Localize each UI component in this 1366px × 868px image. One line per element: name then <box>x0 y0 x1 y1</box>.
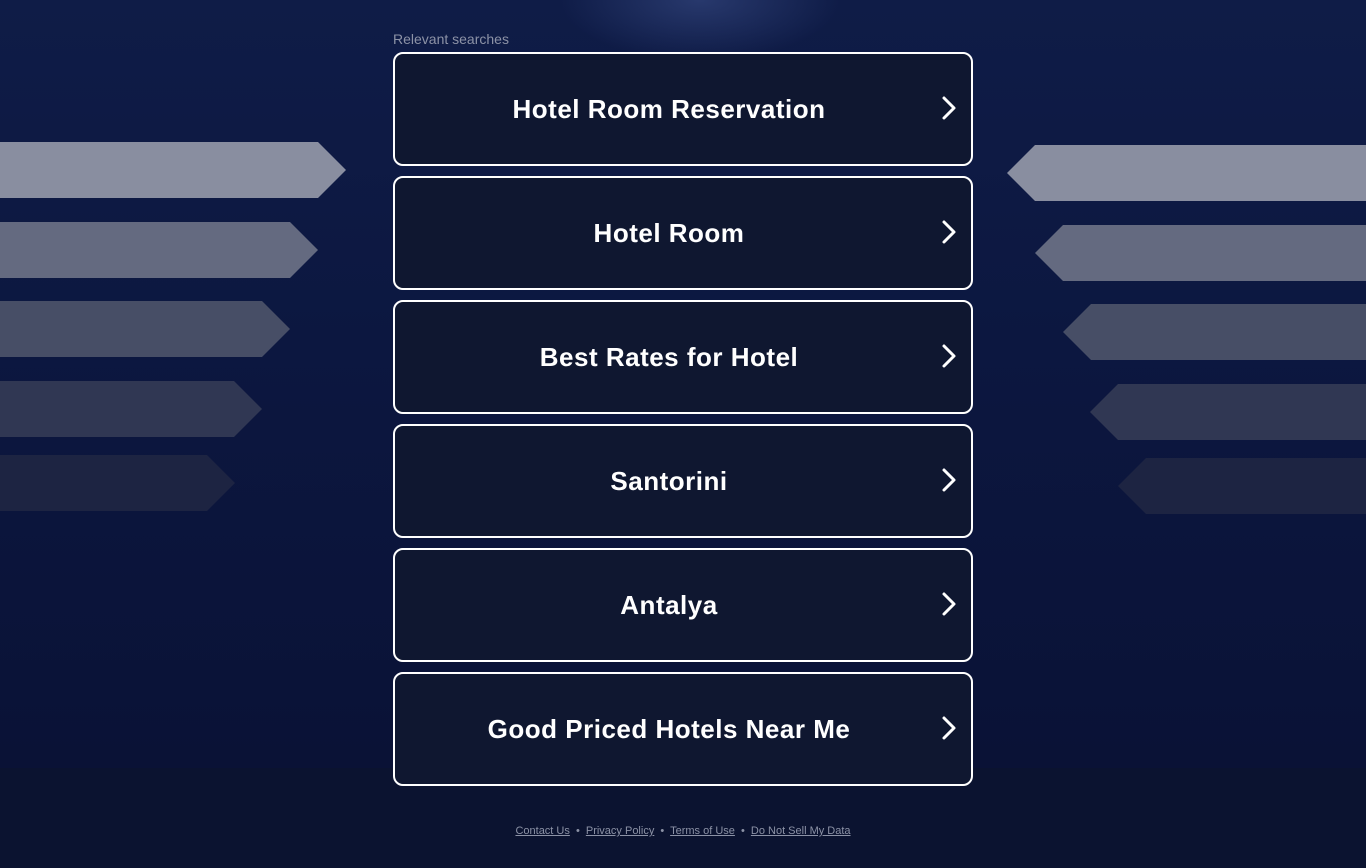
left-arrow-4 <box>0 381 262 437</box>
chevron-right-icon <box>942 468 956 492</box>
right-arrow-1 <box>1007 145 1366 201</box>
search-link-label: Santorini <box>610 465 728 496</box>
search-link-label: Good Priced Hotels Near Me <box>487 713 851 744</box>
footer-separator: • <box>660 825 665 837</box>
right-arrow-2 <box>1035 225 1366 281</box>
chevron-right-icon <box>942 592 956 616</box>
chevron-right-icon <box>942 716 956 740</box>
privacy-policy-link[interactable]: Privacy Policy <box>586 825 654 837</box>
footer-separator: • <box>740 825 745 837</box>
left-arrow-3 <box>0 301 290 357</box>
search-link-good-priced-hotels-near-me[interactable]: Good Priced Hotels Near Me <box>393 672 973 786</box>
section-heading: Relevant searches <box>393 31 509 47</box>
right-arrow-3 <box>1063 304 1366 360</box>
right-arrows <box>1007 145 1366 514</box>
chevron-right-icon <box>942 96 956 120</box>
search-link-label: Hotel Room <box>593 217 745 248</box>
left-arrow-1 <box>0 142 346 198</box>
search-link-label: Hotel Room Reservation <box>512 93 826 124</box>
left-arrow-5 <box>0 455 235 511</box>
right-arrow-4 <box>1090 384 1366 440</box>
chevron-right-icon <box>942 220 956 244</box>
search-link-hotel-room[interactable]: Hotel Room <box>393 176 973 290</box>
search-link-hotel-room-reservation[interactable]: Hotel Room Reservation <box>393 52 973 166</box>
footer-links: Contact Us • Privacy Policy • Terms of U… <box>0 825 1366 837</box>
do-not-sell-my-data-link[interactable]: Do Not Sell My Data <box>751 825 851 837</box>
terms-of-use-link[interactable]: Terms of Use <box>670 825 735 837</box>
search-link-label: Best Rates for Hotel <box>539 341 799 372</box>
search-link-santorini[interactable]: Santorini <box>393 424 973 538</box>
right-arrow-5 <box>1118 458 1366 514</box>
contact-us-link[interactable]: Contact Us <box>515 825 569 837</box>
left-arrow-2 <box>0 222 318 278</box>
search-link-best-rates-for-hotel[interactable]: Best Rates for Hotel <box>393 300 973 414</box>
footer-separator: • <box>575 825 580 837</box>
search-link-label: Antalya <box>620 589 718 620</box>
relevant-searches-panel: Relevant searches Hotel Room Reservation… <box>393 30 973 796</box>
chevron-right-icon <box>942 344 956 368</box>
search-link-antalya[interactable]: Antalya <box>393 548 973 662</box>
left-arrows <box>0 142 346 511</box>
